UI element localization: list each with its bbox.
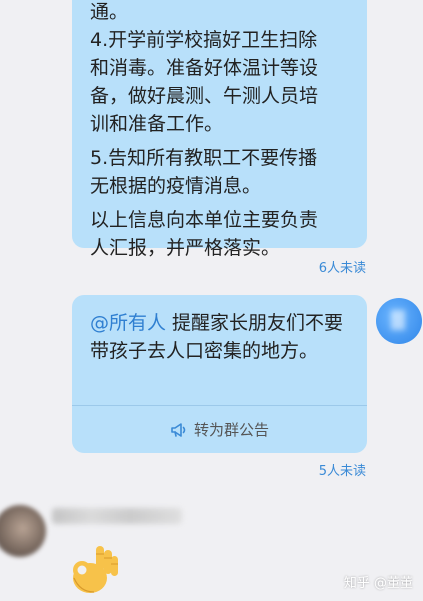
ok-hand-icon <box>73 546 118 593</box>
message-line: 训和准备工作。 <box>90 113 224 135</box>
message-line: 和消毒。准备好体温计等设 <box>90 57 319 79</box>
mention-message: @所有人 提醒家长朋友们不要带孩子去人口密集的地方。 <box>72 295 367 399</box>
megaphone-icon <box>171 422 186 437</box>
self-avatar[interactable] <box>376 298 422 344</box>
sender-avatar[interactable] <box>0 505 46 557</box>
message-line: 5.告知所有教职工不要传播 <box>90 147 318 169</box>
message-line: 4.开学前学校搞好卫生扫除 <box>90 29 318 51</box>
message-line: 人汇报，并严格落实。 <box>90 237 281 259</box>
message-line: 通。 <box>90 1 129 23</box>
message-line: 备，做好晨测、午测人员培 <box>90 85 319 107</box>
set-group-announcement-label: 转为群公告 <box>193 421 269 439</box>
zhihu-watermark: 知乎 @董董 <box>343 576 413 591</box>
unread-count-link[interactable]: 6人未读 <box>319 257 366 276</box>
message-line: 以上信息向本单位主要负责 <box>90 209 319 231</box>
announcement-bubble[interactable]: 通。 4.开学前学校搞好卫生扫除 和消毒。准备好体温计等设 备，做好晨测、午测人… <box>72 0 367 259</box>
sender-name-blurred <box>52 508 182 524</box>
set-group-announcement-button[interactable]: 转为群公告 <box>72 406 367 453</box>
message-line: 无根据的疫情消息。 <box>90 175 262 197</box>
unread-count-link[interactable]: 5人未读 <box>319 460 366 479</box>
mention-bubble[interactable]: @所有人 提醒家长朋友们不要带孩子去人口密集的地方。 转为群公告 <box>72 295 367 453</box>
mention-all[interactable]: @所有人 <box>90 312 166 334</box>
